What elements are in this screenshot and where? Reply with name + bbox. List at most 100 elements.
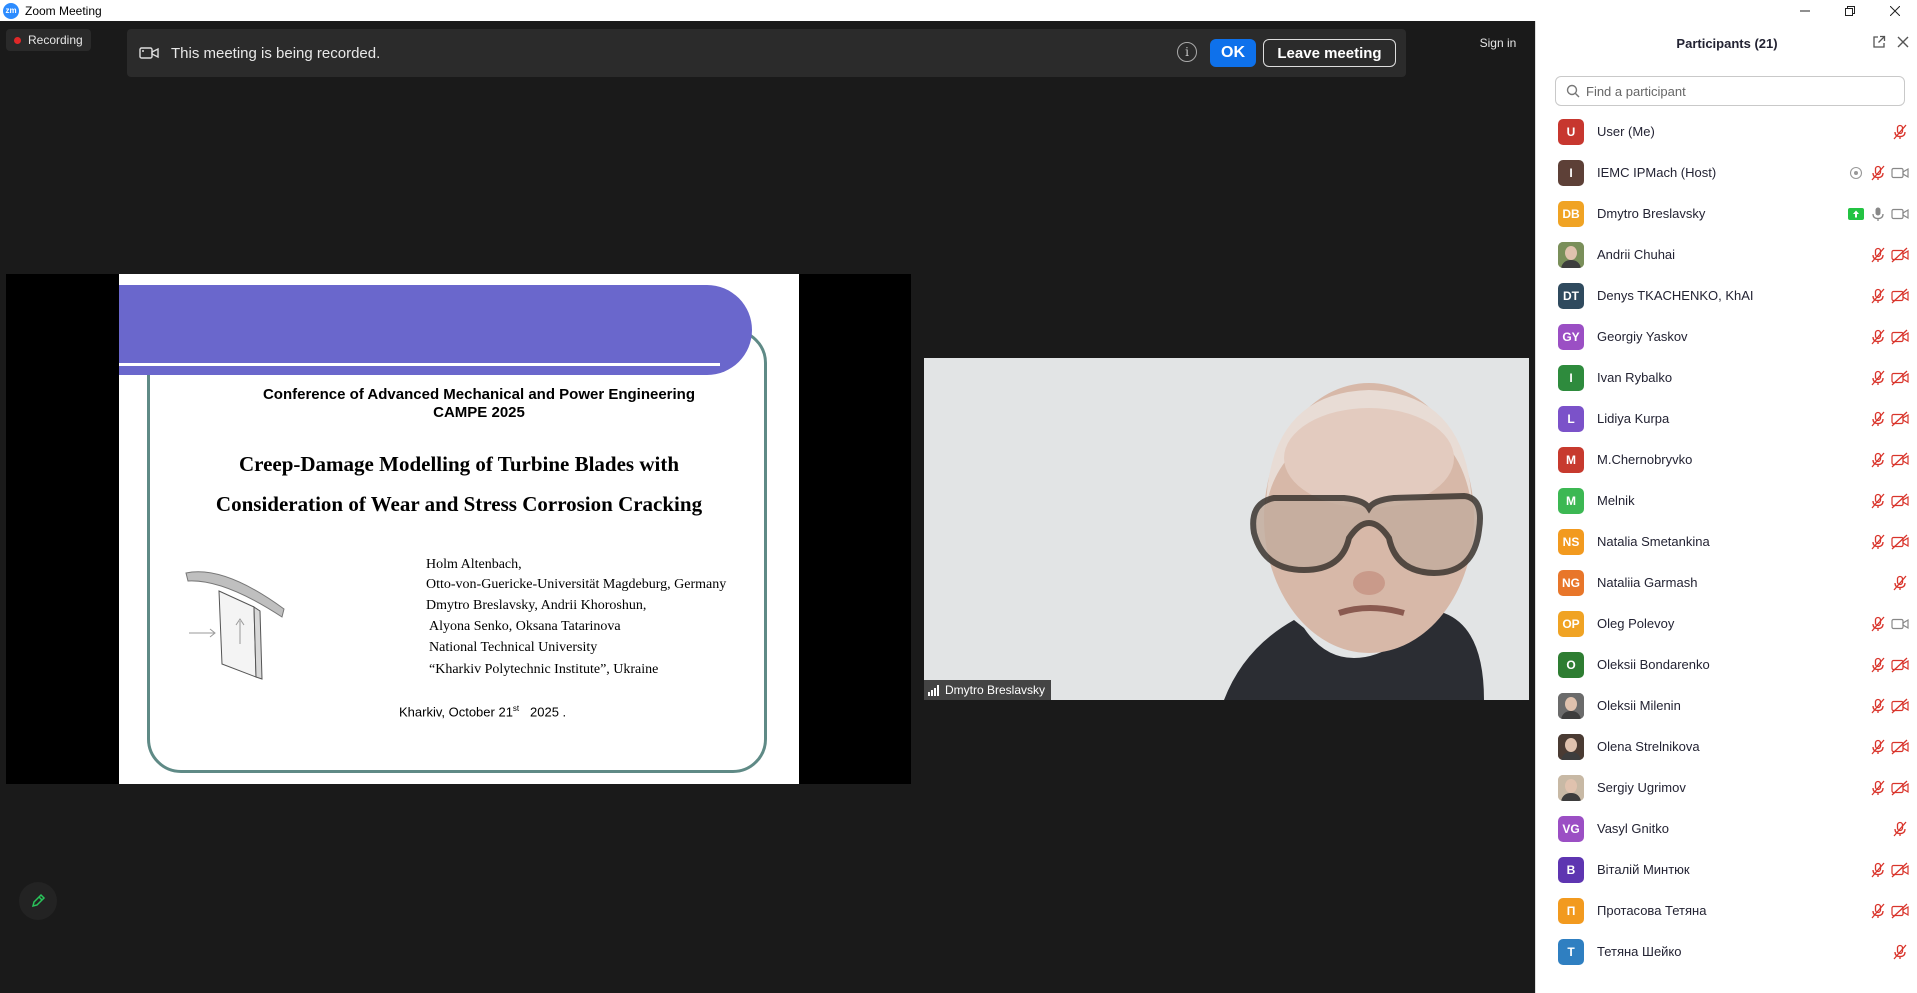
video-icon: [1890, 165, 1910, 181]
sign-in-button[interactable]: Sign in: [1472, 33, 1524, 53]
avatar-initials: I: [1569, 165, 1573, 180]
participant-row[interactable]: П Протасова Тетяна: [1536, 890, 1917, 931]
avatar: П: [1558, 897, 1584, 924]
avatar: NG: [1558, 569, 1584, 596]
participant-search[interactable]: [1555, 76, 1905, 106]
participant-row[interactable]: Oleksii Milenin: [1536, 685, 1917, 726]
annotate-button[interactable]: [19, 882, 57, 920]
participant-row[interactable]: NG Nataliia Garmash: [1536, 562, 1917, 603]
pop-out-icon[interactable]: [1871, 34, 1887, 50]
participant-status-icons: [1888, 124, 1910, 140]
participant-name: Dmytro Breslavsky: [1597, 206, 1706, 221]
participant-name: Melnik: [1597, 493, 1635, 508]
participant-row[interactable]: DT Denys TKACHENKO, KhAI: [1536, 275, 1917, 316]
mic-muted-icon: [1868, 534, 1888, 550]
zoom-logo-icon: zm: [3, 2, 19, 19]
slide-header-banner: [119, 285, 752, 375]
leave-meeting-button[interactable]: Leave meeting: [1263, 39, 1396, 67]
avatar: VG: [1558, 815, 1584, 842]
participant-name: Віталій Минтюк: [1597, 862, 1690, 877]
participant-status-icons: [1844, 165, 1910, 181]
participant-name: Natalia Smetankina: [1597, 534, 1710, 549]
close-window-button[interactable]: [1872, 0, 1917, 21]
recording-dot-icon: [14, 36, 21, 44]
participant-status-icons: [1866, 411, 1910, 427]
participant-row[interactable]: Olena Strelnikova: [1536, 726, 1917, 767]
mic-muted-icon: [1868, 862, 1888, 878]
avatar: OP: [1558, 610, 1584, 637]
avatar-initials: L: [1567, 411, 1575, 426]
ok-button[interactable]: OK: [1210, 39, 1256, 67]
avatar: GY: [1558, 323, 1584, 350]
window-title: Zoom Meeting: [25, 3, 102, 18]
participant-row[interactable]: Andrii Chuhai: [1536, 234, 1917, 275]
participant-name: Протасова Тетяна: [1597, 903, 1707, 918]
video-icon: [1890, 206, 1910, 222]
participant-row[interactable]: O Oleksii Bondarenko: [1536, 644, 1917, 685]
avatar-initials: NG: [1562, 575, 1580, 590]
participant-row[interactable]: Т Тетяна Шейко: [1536, 931, 1917, 972]
avatar: M: [1558, 487, 1584, 514]
participant-row[interactable]: OP Oleg Polevoy: [1536, 603, 1917, 644]
avatar: NS: [1558, 528, 1584, 555]
participant-name: Nataliia Garmash: [1597, 575, 1698, 590]
video-off-icon: [1890, 247, 1910, 263]
avatar: U: [1558, 118, 1584, 145]
shared-screen[interactable]: Conference of Advanced Mechanical and Po…: [6, 274, 911, 784]
participant-name: Ivan Rybalko: [1597, 370, 1673, 385]
mic-muted-icon: [1868, 329, 1888, 345]
avatar: I: [1558, 159, 1584, 186]
video-name-tag: Dmytro Breslavsky: [924, 680, 1052, 700]
info-icon[interactable]: i: [1177, 42, 1197, 62]
participants-panel: Participants (21) U User (Me) I IEMC IPMach…: [1535, 21, 1917, 993]
avatar-initials: M: [1566, 493, 1576, 508]
mic-icon: [1868, 206, 1888, 222]
participant-name: M.Chernobryvko: [1597, 452, 1693, 467]
avatar-initials: U: [1566, 124, 1576, 139]
video-off-icon: [1890, 493, 1910, 509]
participant-video[interactable]: Dmytro Breslavsky: [924, 358, 1529, 700]
participant-name: Oleksii Bondarenko: [1597, 657, 1710, 672]
participant-status-icons: [1888, 944, 1910, 960]
avatar: DB: [1558, 200, 1584, 227]
mic-muted-icon: [1868, 493, 1888, 509]
minimize-button[interactable]: [1782, 0, 1827, 21]
participant-row[interactable]: U User (Me): [1536, 111, 1917, 152]
participant-status-icons: [1866, 370, 1910, 386]
participant-row[interactable]: GY Georgiy Yaskov: [1536, 316, 1917, 357]
participant-row[interactable]: В Віталій Минтюк: [1536, 849, 1917, 890]
screen-share-icon: [1846, 206, 1866, 222]
participant-row[interactable]: NS Natalia Smetankina: [1536, 521, 1917, 562]
video-off-icon: [1890, 288, 1910, 304]
participant-row[interactable]: L Lidiya Kurpa: [1536, 398, 1917, 439]
avatar-initials: GY: [1562, 329, 1580, 344]
mic-muted-icon: [1868, 616, 1888, 632]
participant-row[interactable]: I IEMC IPMach (Host): [1536, 152, 1917, 193]
avatar-photo: [1558, 241, 1584, 268]
author-line: National Technical University: [429, 640, 598, 655]
minimize-icon: [1799, 10, 1810, 11]
avatar-initials: I: [1569, 370, 1573, 385]
restore-button[interactable]: [1827, 0, 1872, 21]
participant-row[interactable]: VG Vasyl Gnitko: [1536, 808, 1917, 849]
date-city: Kharkiv, October 21: [399, 704, 513, 720]
participant-row[interactable]: DB Dmytro Breslavsky: [1536, 193, 1917, 234]
participant-row[interactable]: M Melnik: [1536, 480, 1917, 521]
search-input[interactable]: [1586, 83, 1886, 99]
participant-status-icons: [1866, 452, 1910, 468]
participant-status-icons: [1866, 657, 1910, 673]
meeting-area: Recording This meeting is being recorded…: [0, 21, 1535, 993]
mic-muted-icon: [1868, 780, 1888, 796]
participant-row[interactable]: M M.Chernobryvko: [1536, 439, 1917, 480]
avatar-initials: OP: [1562, 616, 1580, 631]
close-panel-icon[interactable]: [1895, 34, 1911, 50]
participant-name: Georgiy Yaskov: [1597, 329, 1688, 344]
recording-message: This meeting is being recorded.: [171, 44, 381, 62]
recording-indicator[interactable]: Recording: [6, 29, 91, 51]
participant-row[interactable]: Sergiy Ugrimov: [1536, 767, 1917, 808]
participant-name: Тетяна Шейко: [1597, 944, 1682, 959]
author-line: Dmytro Breslavsky, Andrii Khoroshun,: [426, 598, 647, 613]
author-line: Otto-von-Guericke-Universität Magdeburg,…: [426, 577, 727, 592]
participant-row[interactable]: I Ivan Rybalko: [1536, 357, 1917, 398]
avatar: DT: [1558, 282, 1584, 309]
